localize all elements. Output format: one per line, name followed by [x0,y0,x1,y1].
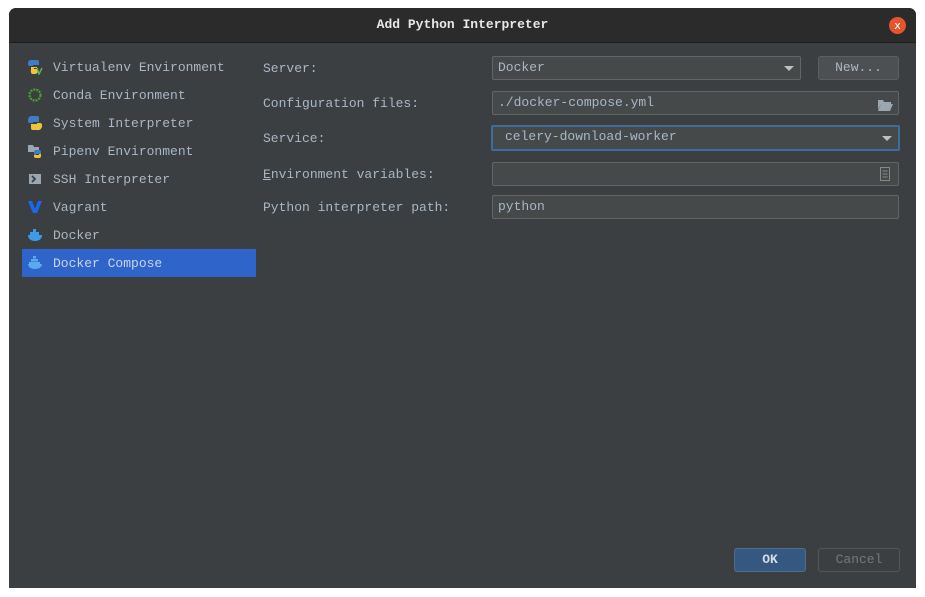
conda-icon [27,87,43,103]
sidebar-item-label: System Interpreter [53,115,194,131]
cancel-button[interactable]: Cancel [818,548,900,572]
config-files-row: Configuration files: [263,90,419,116]
folder-icon[interactable] [878,97,893,119]
env-vars-mnemonic: E [263,166,271,182]
virtualenv-icon [27,59,43,76]
config-files-value: ./docker-compose.yml [498,95,655,110]
ssh-terminal-icon [27,171,43,187]
config-files-label: Configuration files: [263,95,420,111]
title-bar: Add Python Interpreter x [9,8,916,43]
pipenv-icon [27,143,43,159]
server-label: Server: [263,60,318,76]
chevron-down-icon [784,66,794,71]
interpreter-path-input[interactable]: python [492,195,899,219]
sidebar-item-label: Virtualenv Environment [53,59,225,75]
close-icon: x [894,19,901,32]
interpreter-path-label: Python interpreter path: [263,199,451,215]
sidebar-item-label: Pipenv Environment [53,143,194,159]
add-python-interpreter-dialog: Add Python Interpreter x Virtualenv Envi… [9,8,916,588]
new-server-button[interactable]: New... [818,56,899,80]
service-select[interactable]: celery-download-worker [491,125,900,151]
close-button[interactable]: x [889,17,906,34]
ok-button[interactable]: OK [734,548,806,572]
sidebar-item-pipenv[interactable]: Pipenv Environment [22,137,256,165]
docker-compose-icon [27,255,43,271]
vagrant-icon [27,199,43,215]
sidebar-item-label: SSH Interpreter [53,171,171,187]
interpreter-type-list: Virtualenv Environment Conda Environment… [22,53,256,277]
interpreter-path-row: Python interpreter path: [263,194,450,220]
python-icon [27,115,43,131]
docker-icon [27,227,43,243]
chevron-down-icon [882,136,892,141]
sidebar-item-conda[interactable]: Conda Environment [22,81,256,109]
env-vars-row: Environment variables: [263,161,435,187]
interpreter-path-value: python [498,199,545,214]
service-value: celery-download-worker [505,129,677,144]
server-value: Docker [498,60,545,75]
env-vars-label-text: nvironment variables: [270,166,435,182]
sidebar-item-system-interpreter[interactable]: System Interpreter [22,109,256,137]
sidebar-item-label: Docker Compose [53,255,163,271]
sidebar-item-ssh[interactable]: SSH Interpreter [22,165,256,193]
service-label: Service: [263,130,326,146]
sidebar-item-label: Conda Environment [53,87,186,103]
sidebar-item-label: Docker [53,227,100,243]
sidebar-item-virtualenv[interactable]: Virtualenv Environment [22,53,256,81]
sidebar-item-docker[interactable]: Docker [22,221,256,249]
env-vars-label: Environment variables: [263,167,435,182]
env-vars-input[interactable] [492,162,899,186]
config-files-input[interactable]: ./docker-compose.yml [492,91,899,115]
server-select[interactable]: Docker [492,56,801,80]
sidebar-item-label: Vagrant [53,199,108,215]
service-row: Service: [263,125,325,151]
sidebar-item-vagrant[interactable]: Vagrant [22,193,256,221]
server-row: Server: [263,55,318,81]
browse-env-icon[interactable] [880,167,890,189]
dialog-title: Add Python Interpreter [376,17,549,32]
sidebar-item-docker-compose[interactable]: Docker Compose [22,249,256,277]
